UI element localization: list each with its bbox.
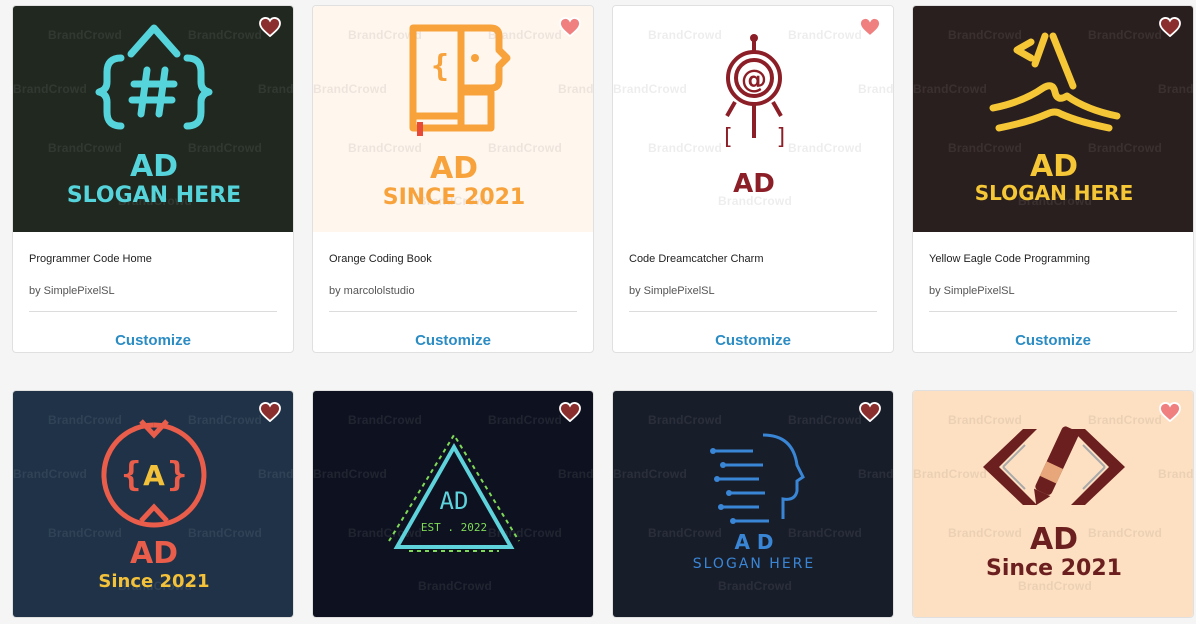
- logo-title[interactable]: Orange Coding Book: [329, 253, 577, 267]
- eagle-code-icon: AD SLOGAN HERE: [975, 32, 1134, 205]
- book-braces-icon: { AD SINCE 2021: [383, 24, 526, 210]
- favorite-heart-icon[interactable]: [559, 401, 581, 423]
- favorite-heart-icon[interactable]: [259, 16, 281, 38]
- logo-thumbnail[interactable]: BrandCrowdBrandCrowdBrandCrowdBrandCrowd…: [913, 6, 1193, 232]
- logo-line2: SLOGAN HERE: [67, 183, 241, 208]
- divider: [329, 311, 577, 312]
- logo-line2: SLOGAN HERE: [975, 181, 1134, 205]
- logo-title[interactable]: Yellow Eagle Code Programming: [929, 253, 1177, 267]
- svg-text:}: }: [167, 455, 187, 495]
- logo-thumbnail[interactable]: BrandCrowdBrandCrowdBrandCrowdBrandCrowd…: [313, 6, 593, 232]
- divider: [29, 311, 277, 312]
- favorite-heart-icon[interactable]: [859, 16, 881, 38]
- logo-thumbnail[interactable]: BrandCrowdBrandCrowdBrandCrowdBrandCrowd…: [913, 391, 1193, 617]
- logo-card[interactable]: BrandCrowdBrandCrowdBrandCrowdBrandCrowd…: [912, 390, 1194, 618]
- favorite-heart-icon[interactable]: [559, 16, 581, 38]
- favorite-heart-icon[interactable]: [1159, 16, 1181, 38]
- logo-card[interactable]: BrandCrowdBrandCrowdBrandCrowdBrandCrowd…: [912, 5, 1194, 353]
- logo-line1: AD: [430, 151, 478, 186]
- logo-card[interactable]: BrandCrowdBrandCrowdBrandCrowdBrandCrowd…: [612, 5, 894, 353]
- logo-title[interactable]: Code Dreamcatcher Charm: [629, 253, 877, 267]
- logo-title[interactable]: Programmer Code Home: [29, 253, 277, 267]
- neon-triangle-icon: AD EST . 2022: [388, 433, 520, 552]
- circuit-head-icon: A D SLOGAN HERE: [693, 433, 816, 572]
- code-brackets-pencil-icon: AD Since 2021: [983, 426, 1125, 581]
- logo-card[interactable]: BrandCrowdBrandCrowdBrandCrowdBrandCrowd…: [12, 390, 294, 618]
- customize-button[interactable]: Customize: [29, 332, 277, 352]
- customize-button[interactable]: Customize: [329, 332, 577, 352]
- logo-thumbnail[interactable]: BrandCrowdBrandCrowdBrandCrowdBrandCrowd…: [613, 391, 893, 617]
- svg-text:A: A: [143, 459, 165, 492]
- logo-author[interactable]: by SimplePixelSL: [629, 285, 877, 299]
- logo-line2: Since 2021: [986, 556, 1122, 581]
- logo-line1: A D: [734, 530, 773, 554]
- logo-line1: AD: [130, 536, 178, 571]
- logo-card[interactable]: BrandCrowdBrandCrowdBrandCrowdBrandCrowd…: [312, 390, 594, 618]
- svg-text:]: ]: [775, 125, 788, 150]
- favorite-heart-icon[interactable]: [1159, 401, 1181, 423]
- logo-thumbnail[interactable]: BrandCrowdBrandCrowdBrandCrowdBrandCrowd…: [13, 391, 293, 617]
- logo-card[interactable]: BrandCrowdBrandCrowdBrandCrowdBrandCrowd…: [612, 390, 894, 618]
- logo-thumbnail[interactable]: BrandCrowdBrandCrowdBrandCrowdBrandCrowd…: [613, 6, 893, 232]
- logo-author[interactable]: by SimplePixelSL: [29, 285, 277, 299]
- customize-button[interactable]: Customize: [629, 332, 877, 352]
- logo-author[interactable]: by marcololstudio: [329, 285, 577, 299]
- svg-text:{: {: [121, 455, 141, 495]
- logo-thumbnail[interactable]: BrandCrowdBrandCrowdBrandCrowdBrandCrowd…: [313, 391, 593, 617]
- logo-thumbnail[interactable]: BrandCrowdBrandCrowdBrandCrowdBrandCrowd…: [13, 6, 293, 232]
- favorite-heart-icon[interactable]: [859, 401, 881, 423]
- logo-line2: Since 2021: [98, 571, 209, 592]
- hash-braces-icon: AD SLOGAN HERE: [67, 24, 241, 208]
- favorite-heart-icon[interactable]: [259, 401, 281, 423]
- logo-author[interactable]: by SimplePixelSL: [929, 285, 1177, 299]
- circle-a-braces-icon: { } A AD Since 2021: [98, 419, 210, 592]
- svg-text:@: @: [741, 65, 767, 95]
- logo-line1: AD: [1030, 522, 1078, 557]
- logo-line1: AD: [1030, 149, 1078, 184]
- divider: [929, 311, 1177, 312]
- logo-line2: SLOGAN HERE: [693, 556, 816, 572]
- logo-card[interactable]: BrandCrowdBrandCrowdBrandCrowdBrandCrowd…: [12, 5, 294, 353]
- logo-line1: AD: [440, 487, 469, 515]
- logo-line1: AD: [733, 169, 775, 199]
- svg-text:{: {: [431, 49, 449, 84]
- svg-text:[: [: [721, 125, 734, 150]
- divider: [629, 311, 877, 312]
- logo-line2: SINCE 2021: [383, 185, 526, 210]
- logo-line2: EST . 2022: [421, 521, 487, 534]
- customize-button[interactable]: Customize: [929, 332, 1177, 352]
- logo-line1: AD: [130, 149, 178, 184]
- logo-card[interactable]: BrandCrowdBrandCrowdBrandCrowdBrandCrowd…: [312, 5, 594, 353]
- dreamcatcher-at-icon: @ [ ] AD: [721, 34, 788, 199]
